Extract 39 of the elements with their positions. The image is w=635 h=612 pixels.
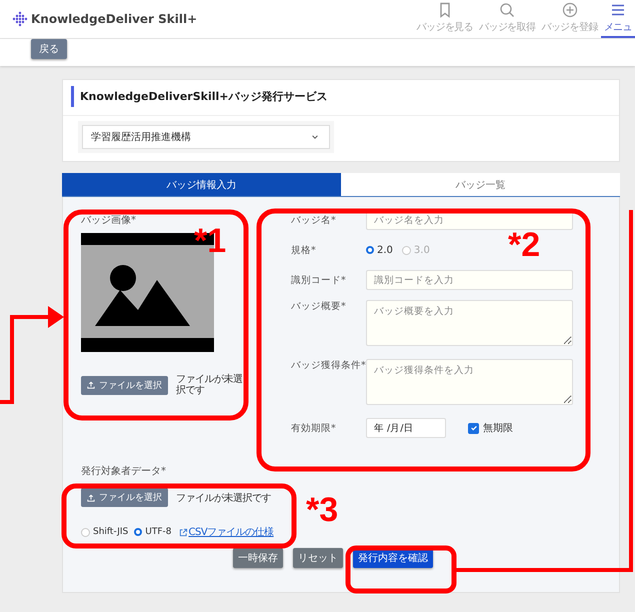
service-title: KnowledgeDeliverSkill+バッジ発行サービス — [71, 86, 619, 107]
file-status: ファイルが未選択です — [176, 492, 271, 504]
search-icon — [499, 2, 516, 18]
file-select-button[interactable]: ファイルを選択 — [81, 376, 168, 394]
chevron-down-icon — [311, 133, 319, 141]
annotation-label: *2 — [508, 228, 540, 262]
field-label: 識別コード* — [291, 274, 347, 286]
tab[interactable]: バッジ情報入力 — [62, 173, 341, 197]
external-link-icon — [179, 528, 188, 536]
field-label: バッジ名* — [291, 214, 337, 226]
radio-option[interactable]: 2.0 — [366, 244, 393, 256]
checkbox[interactable]: 無期限 — [468, 421, 513, 435]
field-label: バッジ画像* — [81, 214, 137, 227]
radio-option[interactable]: UTF-8 — [134, 527, 172, 537]
text-area[interactable]: バッジ概要を入力 — [366, 300, 573, 346]
field-label: 発行対象者データ* — [81, 464, 167, 478]
file-status: ファイルが未選択です — [176, 374, 244, 396]
plus-circle-icon — [562, 2, 578, 18]
upload-icon — [87, 381, 95, 389]
app-title: KnowledgeDeliver Skill+ — [31, 12, 198, 26]
upload-icon — [87, 494, 95, 502]
radio-option[interactable]: Shift-JIS — [81, 527, 128, 537]
check-icon — [470, 424, 478, 432]
field-label: 有効期限* — [291, 422, 337, 434]
back-button[interactable]: 戻る — [31, 39, 67, 59]
file-select-button[interactable]: ファイルを選択 — [81, 488, 168, 507]
field-label: バッジ獲得条件* — [291, 359, 366, 372]
tab[interactable]: バッジ一覧 — [341, 173, 620, 197]
text-area[interactable]: バッジ獲得条件を入力 — [366, 359, 573, 405]
text-field[interactable]: 識別コードを入力 — [366, 270, 573, 290]
field-label: 規格* — [291, 244, 317, 256]
action-button[interactable]: 一時保存 — [233, 548, 283, 568]
date-field[interactable]: 年 /月/日 — [366, 418, 446, 438]
csv-spec-link[interactable]: CSVファイルの仕様 — [188, 525, 274, 539]
action-button[interactable]: リセット — [293, 548, 343, 568]
menu-icon — [610, 2, 626, 18]
annotation-label: *3 — [306, 493, 338, 527]
logo-icon — [12, 11, 28, 27]
field-label: バッジ概要* — [291, 300, 347, 313]
